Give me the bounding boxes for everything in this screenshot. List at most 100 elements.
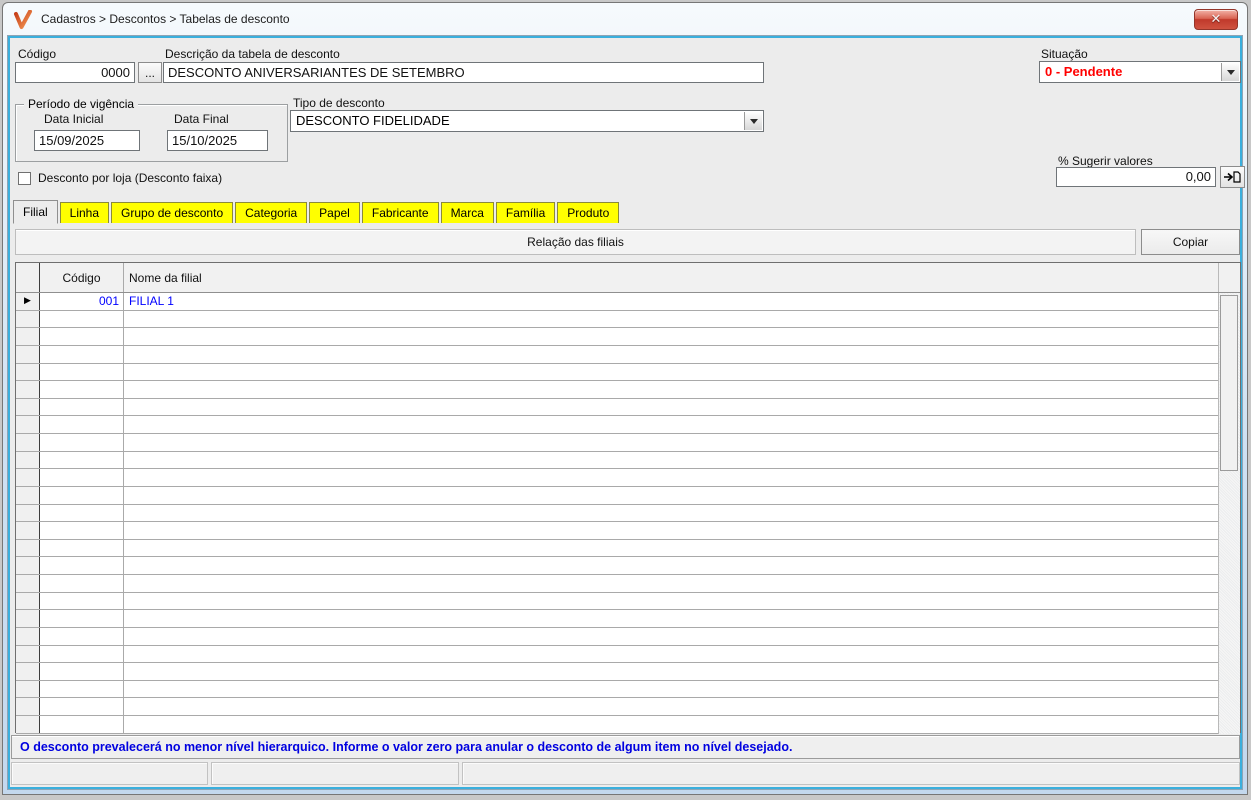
table-row[interactable]	[16, 698, 1218, 716]
cell-nome-da-filial[interactable]	[124, 434, 1218, 451]
cell-nome-da-filial[interactable]	[124, 698, 1218, 715]
table-row[interactable]	[16, 716, 1218, 734]
vertical-scrollbar[interactable]	[1218, 293, 1240, 734]
cell-codigo[interactable]	[40, 434, 124, 451]
cell-codigo[interactable]	[40, 645, 124, 663]
cell-codigo[interactable]	[40, 610, 124, 627]
row-selector-cell[interactable]	[16, 328, 40, 345]
cell-nome-da-filial[interactable]	[124, 452, 1218, 469]
row-selector-cell[interactable]	[16, 451, 40, 469]
table-row[interactable]	[16, 310, 1218, 329]
cell-codigo[interactable]	[40, 486, 124, 504]
cell-nome-da-filial[interactable]	[124, 399, 1218, 416]
row-selector-cell[interactable]	[16, 486, 40, 504]
cell-codigo[interactable]	[40, 663, 124, 680]
copy-button[interactable]: Copiar	[1141, 229, 1240, 255]
situacao-combobox[interactable]: 0 - Pendente	[1039, 61, 1241, 83]
table-row[interactable]	[16, 381, 1218, 399]
cell-codigo[interactable]	[40, 398, 124, 416]
cell-nome-da-filial[interactable]	[124, 505, 1218, 522]
browse-button[interactable]: ...	[138, 62, 162, 83]
table-row[interactable]	[16, 592, 1218, 611]
desconto-por-loja-checkbox[interactable]	[18, 172, 31, 185]
cell-codigo[interactable]	[40, 416, 124, 433]
cell-nome-da-filial[interactable]	[124, 364, 1218, 381]
cell-codigo[interactable]	[40, 328, 124, 345]
tab-familia[interactable]: Família	[495, 202, 556, 223]
table-row[interactable]	[16, 345, 1218, 364]
cell-nome-da-filial[interactable]	[124, 610, 1218, 627]
tab-grupo-de-desconto[interactable]: Grupo de desconto	[111, 202, 234, 223]
cell-codigo[interactable]	[40, 698, 124, 715]
cell-codigo[interactable]	[40, 522, 124, 539]
row-selector-cell[interactable]	[16, 434, 40, 451]
row-selector-cell[interactable]	[16, 645, 40, 663]
table-row[interactable]	[16, 539, 1218, 558]
tab-papel[interactable]: Papel	[309, 202, 360, 223]
table-row[interactable]	[16, 645, 1218, 664]
tab-fabricante[interactable]: Fabricante	[361, 202, 439, 223]
row-selector-cell[interactable]	[16, 363, 40, 381]
cell-nome-da-filial[interactable]	[124, 681, 1218, 698]
row-indicator-icon[interactable]: ▶	[16, 293, 40, 310]
table-row[interactable]	[16, 663, 1218, 681]
cell-codigo[interactable]	[40, 627, 124, 645]
dropdown-arrow-icon[interactable]	[744, 112, 762, 130]
table-row[interactable]	[16, 363, 1218, 382]
sugerir-field[interactable]: 0,00	[1056, 167, 1216, 187]
cell-nome-da-filial[interactable]	[124, 416, 1218, 433]
table-row[interactable]	[16, 451, 1218, 470]
tab-produto[interactable]: Produto	[557, 202, 620, 223]
row-selector-cell[interactable]	[16, 575, 40, 592]
cell-nome-da-filial[interactable]	[124, 716, 1218, 733]
cell-nome-da-filial[interactable]	[124, 328, 1218, 345]
cell-codigo[interactable]	[40, 345, 124, 363]
table-row[interactable]: ▶ 001 FILIAL 1	[16, 293, 1218, 311]
table-row[interactable]	[16, 398, 1218, 417]
cell-nome-da-filial[interactable]	[124, 487, 1218, 504]
table-row[interactable]	[16, 469, 1218, 487]
table-row[interactable]	[16, 522, 1218, 540]
data-final-field[interactable]: 15/10/2025	[167, 130, 268, 151]
row-selector-cell[interactable]	[16, 610, 40, 627]
cell-nome-da-filial[interactable]	[124, 575, 1218, 592]
cell-codigo[interactable]	[40, 504, 124, 522]
cell-codigo[interactable]	[40, 451, 124, 469]
cell-nome-da-filial[interactable]	[124, 557, 1218, 574]
cell-nome-da-filial[interactable]	[124, 381, 1218, 398]
cell-nome-da-filial[interactable]	[124, 346, 1218, 363]
cell-nome-da-filial[interactable]	[124, 469, 1218, 486]
row-selector-cell[interactable]	[16, 469, 40, 486]
cell-codigo[interactable]: 001	[40, 293, 124, 310]
tab-linha[interactable]: Linha	[59, 202, 110, 223]
row-selector-cell[interactable]	[16, 557, 40, 574]
table-row[interactable]	[16, 680, 1218, 699]
row-selector-cell[interactable]	[16, 698, 40, 715]
row-selector-cell[interactable]	[16, 345, 40, 363]
cell-nome-da-filial[interactable]	[124, 646, 1218, 663]
table-row[interactable]	[16, 610, 1218, 628]
table-row[interactable]	[16, 434, 1218, 452]
table-row[interactable]	[16, 328, 1218, 346]
dropdown-arrow-icon[interactable]	[1221, 63, 1239, 81]
row-selector-cell[interactable]	[16, 381, 40, 398]
close-button[interactable]: ✕	[1194, 9, 1238, 30]
apply-values-button[interactable]	[1220, 166, 1245, 188]
cell-nome-da-filial[interactable]	[124, 522, 1218, 539]
tipo-desconto-combobox[interactable]: DESCONTO FIDELIDADE	[290, 110, 764, 132]
table-row[interactable]	[16, 557, 1218, 575]
row-selector-cell[interactable]	[16, 504, 40, 522]
data-inicial-field[interactable]: 15/09/2025	[34, 130, 140, 151]
cell-nome-da-filial[interactable]	[124, 540, 1218, 557]
row-selector-cell[interactable]	[16, 716, 40, 733]
cell-nome-da-filial[interactable]	[124, 593, 1218, 610]
table-row[interactable]	[16, 627, 1218, 646]
cell-codigo[interactable]	[40, 363, 124, 381]
cell-codigo[interactable]	[40, 592, 124, 610]
cell-codigo[interactable]	[40, 539, 124, 557]
row-selector-cell[interactable]	[16, 680, 40, 698]
cell-codigo[interactable]	[40, 575, 124, 592]
row-selector-cell[interactable]	[16, 522, 40, 539]
cell-codigo[interactable]	[40, 557, 124, 574]
tab-filial[interactable]: Filial	[13, 200, 58, 224]
